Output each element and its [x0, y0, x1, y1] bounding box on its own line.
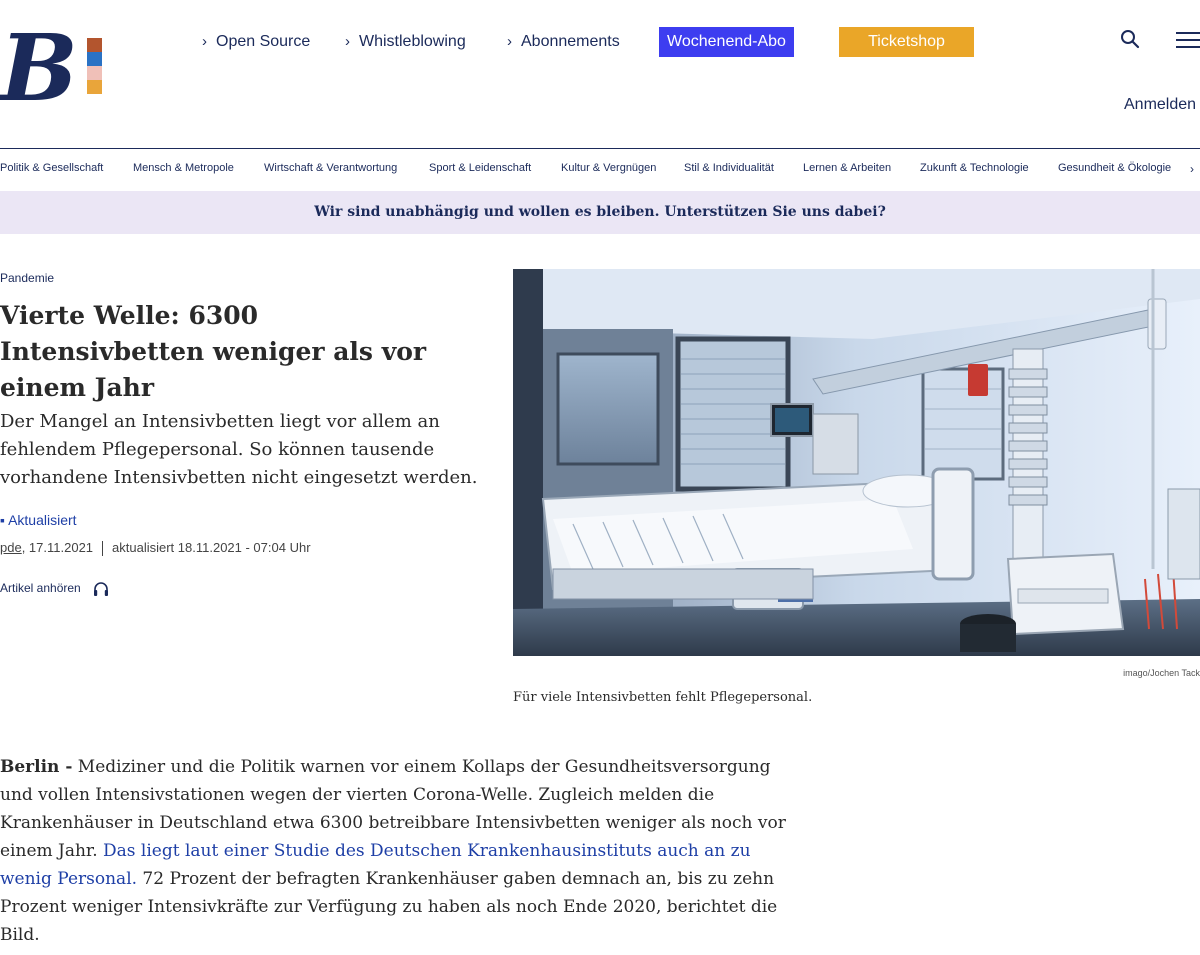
article-teaser: Der Mangel an Intensivbetten liegt vor a… [0, 411, 478, 488]
weekend-subscription-button[interactable]: Wochenend-Abo [659, 27, 794, 57]
nav-link-whistleblowing[interactable]: › Whistleblowing [345, 27, 466, 57]
category-link[interactable]: Sport & Leidenschaft [429, 162, 531, 174]
dateline: Berlin - [0, 757, 73, 777]
category-link[interactable]: Politik & Gesellschaft [0, 162, 103, 174]
article-body: Berlin - Mediziner und die Politik warne… [0, 753, 790, 949]
category-link[interactable]: Lernen & Arbeiten [803, 162, 891, 174]
header-divider [0, 148, 1200, 149]
site-logo[interactable]: B [0, 22, 110, 124]
logo-bar [87, 66, 102, 80]
article-headline: Vierte Welle: 6300 Intensivbetten wenige… [0, 301, 427, 402]
search-icon[interactable] [1118, 27, 1142, 51]
icu-room-photo [513, 269, 1200, 656]
updated-date: aktualisiert 18.11.2021 - 07:04 Uhr [112, 540, 311, 555]
nav-link-label: Whistleblowing [359, 33, 466, 50]
listen-to-article[interactable]: Artikel anhören [0, 580, 110, 598]
meta-separator [102, 541, 104, 557]
ticketshop-button[interactable]: Ticketshop [839, 27, 974, 57]
category-link[interactable]: Kultur & Vergnügen [561, 162, 656, 174]
listen-label: Artikel anhören [0, 581, 81, 596]
article-kicker: Pandemie [0, 271, 55, 285]
nav-link-abonnements[interactable]: › Abonnements [507, 27, 620, 57]
logo-bar [87, 80, 102, 94]
nav-link-open-source[interactable]: › Open Source [202, 27, 310, 57]
category-link[interactable]: Wirtschaft & Verantwortung [264, 162, 397, 174]
category-link[interactable]: Stil & Individualität [684, 162, 774, 174]
category-link[interactable]: Zukunft & Technologie [920, 162, 1029, 174]
nav-link-label: Open Source [216, 33, 311, 50]
logo-letter-b: B [0, 14, 78, 122]
category-navigation: Politik & Gesellschaft Mensch & Metropol… [0, 162, 1200, 180]
logo-bar [87, 38, 102, 52]
publish-date: , 17.11.2021 [21, 540, 94, 555]
author-link[interactable]: pde [0, 540, 22, 555]
image-credit: imago/Jochen Tack [1123, 668, 1200, 678]
chevron-right-icon[interactable]: › [1190, 162, 1194, 176]
nav-link-label: Abonnements [521, 33, 620, 50]
logo-color-bars [87, 38, 102, 94]
support-banner[interactable]: Wir sind unabhängig und wollen es bleibe… [0, 191, 1200, 234]
category-link[interactable]: Mensch & Metropole [133, 162, 234, 174]
article-image[interactable] [513, 269, 1200, 656]
article-meta: pde, 17.11.2021 aktualisiert 18.11.2021 -… [0, 540, 311, 557]
login-link[interactable]: Anmelden [1124, 96, 1196, 114]
updated-toggle[interactable]: ▪ Aktualisiert [0, 512, 77, 528]
chevron-right-icon: › [345, 33, 350, 50]
logo-bar [87, 52, 102, 66]
headphones-icon [94, 582, 109, 596]
chevron-right-icon: › [507, 33, 512, 50]
hamburger-menu-icon[interactable] [1176, 30, 1200, 50]
chevron-right-icon: › [202, 33, 207, 50]
category-link[interactable]: Gesundheit & Ökologie [1058, 162, 1171, 174]
image-caption: Für viele Intensivbetten fehlt Pflegeper… [513, 690, 813, 705]
